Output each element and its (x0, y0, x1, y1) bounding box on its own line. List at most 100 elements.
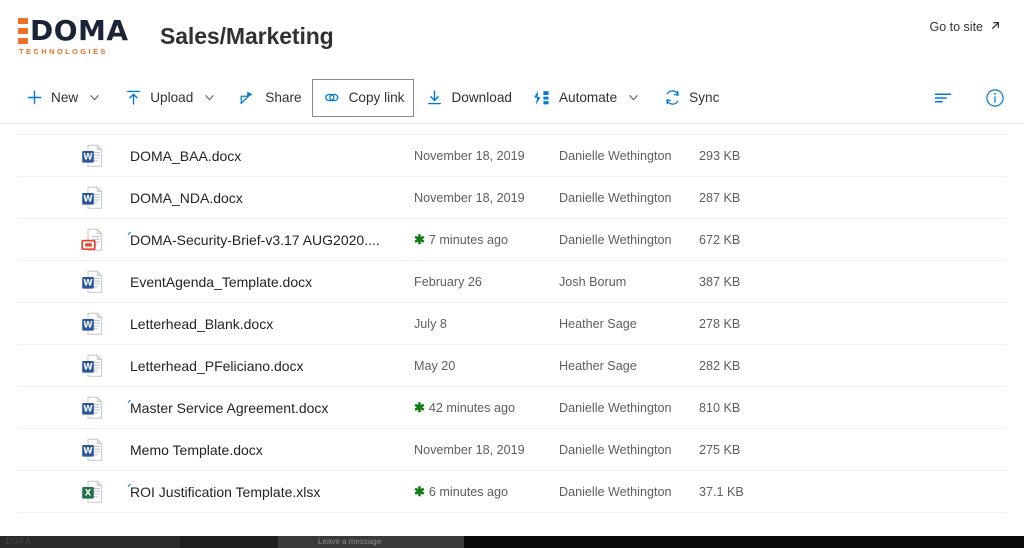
word-file-icon: W (66, 312, 118, 336)
share-button[interactable]: Share (228, 79, 311, 117)
filter-sort-icon[interactable] (928, 83, 958, 113)
file-name-cell[interactable]: DOMA_BAA.docx (118, 148, 414, 164)
word-file-icon: W (66, 186, 118, 210)
file-size-cell: 387 KB (699, 275, 799, 289)
file-list: WDOMA_BAA.docxNovember 18, 2019Danielle … (0, 124, 1024, 513)
svg-text:W: W (83, 445, 92, 455)
link-icon (322, 88, 342, 108)
chevron-down-icon[interactable] (200, 89, 218, 107)
table-row[interactable]: W EventAgenda_Template.docxFebruary 26Jos… (18, 261, 1006, 303)
file-name-cell[interactable]: Letterhead_PFeliciano.docx (118, 358, 414, 374)
svg-text:W: W (83, 319, 92, 329)
sync-button[interactable]: Sync (652, 79, 729, 117)
file-modified-by-cell: Danielle Wethington (559, 443, 699, 457)
file-modified-by-cell: Danielle Wethington (559, 149, 699, 163)
svg-text:W: W (83, 277, 92, 287)
upload-button-label: Upload (150, 90, 193, 105)
leave-a-message-label: Leave a message (318, 537, 381, 546)
table-row[interactable]: XROI Justification Template.xlsx✱6 minut… (18, 471, 1006, 513)
file-modified-by-cell: Danielle Wethington (559, 233, 699, 247)
toolbar-right-actions (928, 72, 1010, 124)
file-modified-cell: July 8 (414, 317, 559, 331)
file-modified-by-cell: Heather Sage (559, 359, 699, 373)
file-size-cell: 672 KB (699, 233, 799, 247)
info-circle-icon[interactable] (980, 83, 1010, 113)
svg-text:W: W (83, 151, 92, 161)
download-button[interactable]: Download (414, 79, 521, 117)
file-name-label: Master Service Agreement.docx (130, 400, 328, 416)
file-name-label: Letterhead_PFeliciano.docx (130, 358, 304, 374)
file-name-cell[interactable]: Master Service Agreement.docx (118, 400, 414, 416)
table-row[interactable]: W Master Service Agreement.docx ✱42 minute… (18, 387, 1006, 429)
file-name-cell[interactable]: DOMA_NDA.docx (118, 190, 414, 206)
svg-text:X: X (85, 487, 92, 497)
download-button-label: Download (451, 90, 511, 105)
page-title: Sales/Marketing (160, 23, 334, 50)
bottom-left-segment: DUFA (0, 536, 180, 548)
file-modified-by-cell: Josh Borum (559, 275, 699, 289)
svg-text:W: W (83, 361, 92, 371)
chat-widget-bar[interactable]: Leave a message (278, 536, 464, 548)
file-modified-cell: November 18, 2019 (414, 191, 559, 205)
share-button-label: Share (265, 90, 301, 105)
new-button-label: New (51, 90, 78, 105)
file-modified-cell: February 26 (414, 275, 559, 289)
copy-link-button[interactable]: Copy link (312, 79, 415, 117)
file-size-cell: 37.1 KB (699, 485, 799, 499)
logo-orange-bars-icon (18, 18, 28, 44)
file-modified-cell: November 18, 2019 (414, 149, 559, 163)
file-size-cell: 293 KB (699, 149, 799, 163)
file-size-cell: 282 KB (699, 359, 799, 373)
file-name-label: DOMA-Security-Brief-v3.17 AUG2020.... (130, 232, 380, 248)
recent-change-marker-icon: ✱ (414, 233, 425, 246)
bottom-left-text: DUFA (6, 537, 31, 546)
recent-change-marker-icon: ✱ (414, 485, 425, 498)
file-name-label: Letterhead_Blank.docx (130, 316, 273, 332)
pdf-file-icon (66, 228, 118, 252)
table-row-partial[interactable] (18, 124, 1006, 135)
chevron-down-icon[interactable] (624, 89, 642, 107)
external-link-arrow-icon (989, 19, 1002, 34)
word-file-icon: W (66, 396, 118, 420)
file-modified-label: 7 minutes ago (429, 233, 508, 247)
table-row[interactable]: W DOMA_BAA.docxNovember 18, 2019 Danielle … (18, 135, 1006, 177)
automate-button[interactable]: Automate (522, 79, 652, 117)
logo-wordmark: DOMA (30, 17, 129, 45)
file-modified-cell: November 18, 2019 (414, 443, 559, 457)
upload-button[interactable]: Upload (113, 79, 228, 117)
automate-flow-icon (532, 88, 552, 108)
file-modified-cell: May 20 (414, 359, 559, 373)
file-modified-by-cell: Danielle Wethington (559, 191, 699, 205)
table-row[interactable]: W Letterhead_PFeliciano.docx May 20Heather… (18, 345, 1006, 387)
table-row[interactable]: DOMA-Security-Brief-v3.17 AUG2020.... ✱ 7 … (18, 219, 1006, 261)
file-name-cell[interactable]: Letterhead_Blank.docx (118, 316, 414, 332)
recent-change-marker-icon: ✱ (414, 401, 425, 414)
file-name-cell[interactable]: EventAgenda_Template.docx (118, 274, 414, 290)
chevron-down-icon[interactable] (85, 89, 103, 107)
word-file-icon: W (66, 354, 118, 378)
automate-button-label: Automate (559, 90, 617, 105)
file-name-label: ROI Justification Template.xlsx (130, 484, 320, 500)
logo-tagline: TECHNOLOGIES (19, 48, 108, 56)
file-modified-label: November 18, 2019 (414, 149, 525, 163)
table-row[interactable]: WLetterhead_Blank.docxJuly 8Heather Sage… (18, 303, 1006, 345)
browser-bottom-chrome: DUFA Leave a message (0, 536, 1024, 548)
command-toolbar: New Upload (0, 72, 1024, 124)
file-modified-label: July 8 (414, 317, 447, 331)
file-name-cell[interactable]: DOMA-Security-Brief-v3.17 AUG2020.... (118, 232, 414, 248)
word-file-icon: W (66, 438, 118, 462)
file-modified-by-cell: Danielle Wethington (559, 401, 699, 415)
file-name-cell[interactable]: Memo Template.docx (118, 442, 414, 458)
table-row[interactable]: WDOMA_NDA.docxNovember 18, 2019Danielle … (18, 177, 1006, 219)
file-size-cell: 287 KB (699, 191, 799, 205)
file-name-cell[interactable]: ROI Justification Template.xlsx (118, 484, 414, 500)
go-to-site-label: Go to site (930, 20, 984, 34)
go-to-site-link[interactable]: Go to site (930, 19, 1003, 34)
plus-icon (24, 88, 44, 108)
file-modified-cell: ✱ 7 minutes ago (414, 233, 559, 247)
table-row[interactable]: W Memo Template.docxNovember 18, 2019Dani… (18, 429, 1006, 471)
new-button[interactable]: New (14, 79, 113, 117)
file-modified-cell: ✱42 minutes ago (414, 401, 559, 415)
word-file-icon: W (66, 144, 118, 168)
doma-logo[interactable]: DOMA TECHNOLOGIES (18, 17, 136, 56)
